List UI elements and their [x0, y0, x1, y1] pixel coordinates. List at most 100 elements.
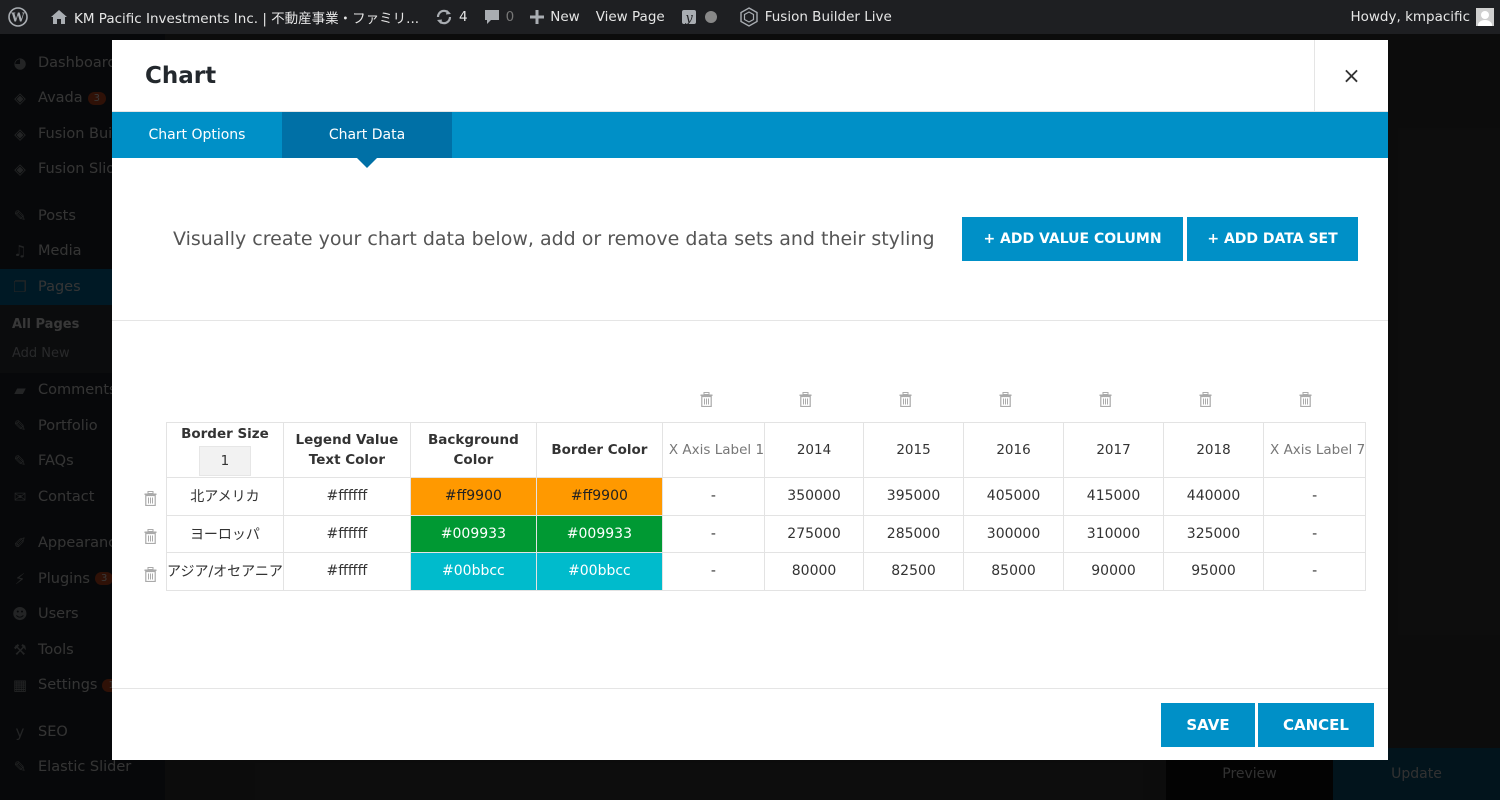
tab-chart-options[interactable]: Chart Options: [112, 112, 282, 158]
value-input[interactable]: -: [1263, 477, 1367, 516]
fusion-builder-icon: [739, 7, 759, 27]
value-input[interactable]: 90000: [1063, 552, 1165, 591]
value-input[interactable]: 415000: [1063, 477, 1165, 516]
value-input[interactable]: 300000: [963, 514, 1065, 553]
table-row: 北アメリカ #ffffff #ff9900 #ff9900-350000 395000 4…: [166, 477, 1367, 516]
admin-bar: W KM Pacific Investments Inc. | 不動産事業・ファ…: [0, 0, 1500, 34]
home-icon: [50, 9, 68, 25]
plus-icon: [530, 10, 545, 24]
background-color-input[interactable]: #00bbcc: [409, 552, 537, 591]
value-input[interactable]: 440000: [1163, 477, 1265, 516]
background-color-input[interactable]: #ff9900: [409, 477, 537, 516]
x-axis-label-input[interactable]: 2017: [1063, 422, 1165, 478]
data-set-name-input[interactable]: アジア/オセアニア: [166, 552, 284, 591]
border-color-header: Border Color: [535, 422, 663, 478]
value-input[interactable]: 80000: [764, 552, 865, 591]
cancel-button[interactable]: CANCEL: [1258, 703, 1374, 747]
legend-text-color-input[interactable]: #ffffff: [282, 477, 411, 516]
seo-status-dot-icon: [704, 11, 717, 23]
value-input[interactable]: 350000: [764, 477, 865, 516]
trash-icon: [899, 392, 911, 407]
delete-column-button[interactable]: [894, 390, 914, 409]
border-color-input[interactable]: #009933: [535, 514, 663, 553]
trash-icon: [1199, 392, 1211, 407]
data-set-name-input[interactable]: ヨーロッパ: [166, 514, 284, 553]
delete-column-button[interactable]: [696, 390, 716, 409]
new-content-link[interactable]: New: [522, 0, 587, 34]
border-size-label: Border Size: [181, 426, 269, 442]
trash-icon: [1099, 392, 1111, 407]
value-input[interactable]: 285000: [863, 514, 965, 553]
tab-chart-data[interactable]: Chart Data: [282, 112, 452, 168]
border-color-input[interactable]: #ff9900: [535, 477, 663, 516]
modal-header: Chart ×: [112, 40, 1388, 112]
legend-text-color-input[interactable]: #ffffff: [282, 514, 411, 553]
data-set-name-input[interactable]: 北アメリカ: [166, 477, 284, 516]
x-axis-label-input[interactable]: 2016: [963, 422, 1065, 478]
value-input[interactable]: -: [1263, 514, 1367, 553]
background-color-header: Background Color: [409, 422, 537, 478]
value-input[interactable]: -: [1263, 552, 1367, 591]
border-color-input[interactable]: #00bbcc: [535, 552, 663, 591]
value-input[interactable]: 275000: [764, 514, 865, 553]
value-input[interactable]: 82500: [863, 552, 965, 591]
greeting: Howdy, kmpacific: [1350, 9, 1470, 25]
comment-icon: [484, 9, 500, 25]
fusion-builder-live-link[interactable]: Fusion Builder Live: [731, 0, 900, 34]
yoast-seo-menu[interactable]: y: [673, 0, 731, 34]
x-axis-label-input[interactable]: X Axis Label 7: [1263, 422, 1367, 478]
value-input[interactable]: -: [661, 477, 766, 516]
trash-icon: [144, 567, 157, 582]
chart-data-table: Border Size 1 Legend Value Text Color Backg…: [166, 422, 1367, 591]
value-input[interactable]: 85000: [963, 552, 1065, 591]
value-input[interactable]: -: [661, 552, 766, 591]
border-size-input[interactable]: 1: [198, 446, 251, 476]
delete-data-set-button[interactable]: [144, 565, 158, 584]
modal-tabs: Chart Options Chart Data: [112, 112, 1388, 168]
delete-data-set-button[interactable]: [144, 527, 158, 546]
x-axis-label-input[interactable]: 2015: [863, 422, 965, 478]
delete-column-button[interactable]: [1094, 390, 1114, 409]
trash-icon: [799, 392, 812, 407]
close-button[interactable]: ×: [1314, 40, 1388, 112]
add-value-column-button[interactable]: + ADD VALUE COLUMN: [962, 217, 1183, 261]
site-title: KM Pacific Investments Inc. | 不動産事業・ファミリ…: [74, 11, 420, 27]
modal-title: Chart: [145, 62, 217, 89]
trash-icon: [1299, 392, 1311, 407]
site-name-link[interactable]: KM Pacific Investments Inc. | 不動産事業・ファミリ…: [42, 0, 427, 34]
legend-text-color-input[interactable]: #ffffff: [282, 552, 411, 591]
close-icon: ×: [1342, 63, 1361, 89]
delete-column-button[interactable]: [1294, 390, 1314, 409]
modal-footer: SAVE CANCEL: [112, 688, 1388, 760]
new-label: New: [550, 9, 580, 25]
refresh-icon: [435, 8, 453, 26]
background-color-input[interactable]: #009933: [409, 514, 537, 553]
x-axis-label-input[interactable]: 2018: [1163, 422, 1265, 478]
value-input[interactable]: 325000: [1163, 514, 1265, 553]
delete-column-button[interactable]: [795, 390, 815, 409]
value-input[interactable]: 310000: [1063, 514, 1165, 553]
value-input[interactable]: -: [661, 514, 766, 553]
view-page-link[interactable]: View Page: [588, 0, 673, 34]
add-data-set-button[interactable]: + ADD DATA SET: [1187, 217, 1358, 261]
x-axis-label-input[interactable]: 2014: [764, 422, 865, 478]
x-axis-label-input[interactable]: X Axis Label 1: [661, 422, 766, 478]
delete-column-button[interactable]: [994, 390, 1014, 409]
delete-column-button[interactable]: [1194, 390, 1214, 409]
table-row: アジア/オセアニア #ffffff #00bbcc #00bbcc -80000 8250…: [166, 552, 1367, 591]
save-button[interactable]: SAVE: [1161, 703, 1255, 747]
updates-link[interactable]: 4: [427, 0, 476, 34]
wordpress-logo-button[interactable]: W: [0, 0, 42, 34]
value-input[interactable]: 405000: [963, 477, 1065, 516]
trash-icon: [144, 529, 157, 544]
trash-icon: [700, 392, 713, 407]
delete-data-set-button[interactable]: [144, 489, 158, 508]
comments-link[interactable]: 0: [476, 0, 523, 34]
value-input[interactable]: 395000: [863, 477, 965, 516]
trash-icon: [999, 392, 1011, 407]
table-header-row: Border Size 1 Legend Value Text Color Backg…: [166, 422, 1367, 478]
account-menu[interactable]: Howdy, kmpacific: [1342, 0, 1500, 34]
intro-section: Visually create your chart data below, a…: [112, 158, 1388, 321]
value-input[interactable]: 95000: [1163, 552, 1265, 591]
fusion-builder-label: Fusion Builder Live: [764, 9, 892, 25]
